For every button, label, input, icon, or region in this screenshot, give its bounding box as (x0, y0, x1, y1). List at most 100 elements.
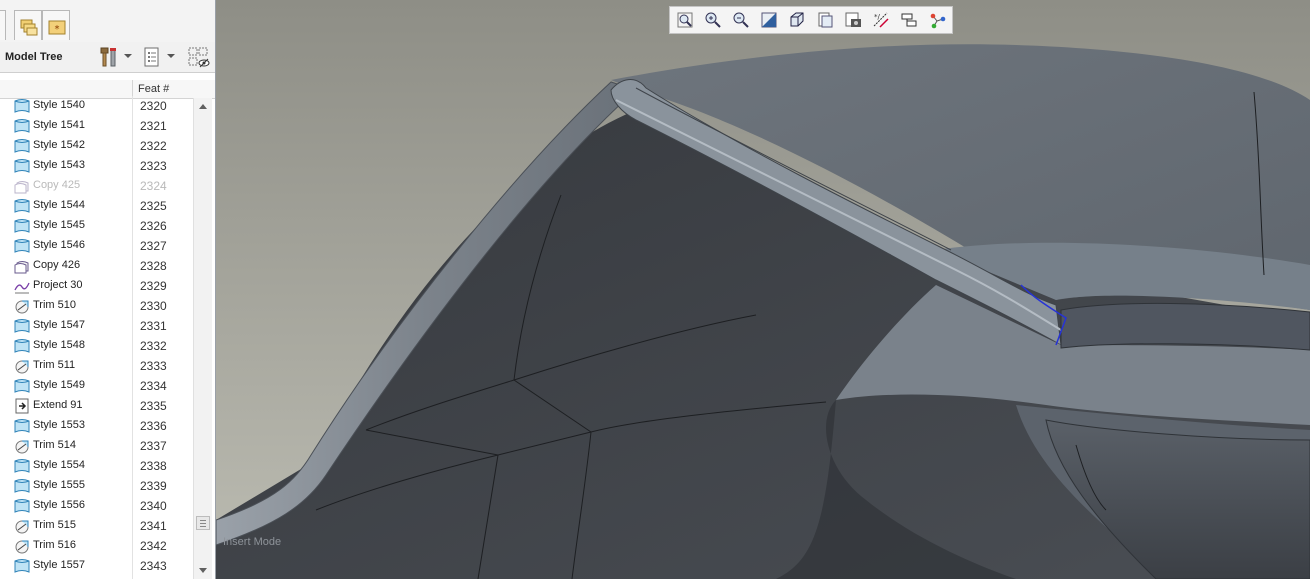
extend-icon (14, 398, 30, 414)
tree-row-name: Style 1540 (33, 99, 85, 111)
tab-folder-browser[interactable] (14, 10, 42, 40)
tree-row[interactable]: Style 1555 2339 (0, 476, 192, 496)
style-surface-icon (14, 418, 30, 434)
tree-row-name: Style 1544 (33, 199, 85, 211)
model-hole-wall (1060, 302, 1310, 351)
view-manager-button[interactable] (842, 10, 864, 30)
filter-icon[interactable] (187, 46, 211, 70)
cad-model-render[interactable]: Insert Mode (216, 0, 1310, 579)
repaint-button[interactable] (758, 10, 780, 30)
tree-row[interactable]: Style 1543 2323 (0, 156, 192, 176)
saved-views-button[interactable] (814, 10, 836, 30)
view-toolbar: */ (669, 6, 953, 34)
tree-row-name: Style 1545 (33, 219, 85, 231)
refit-icon (677, 12, 693, 28)
display-style-button[interactable] (786, 10, 808, 30)
tree-row-name: Copy 426 (33, 259, 81, 271)
spin-center-button[interactable] (926, 10, 948, 30)
tree-row-name: Style 1555 (33, 479, 85, 491)
tree-row-feat-number: 2323 (140, 159, 167, 173)
tree-row-feat-number: 2340 (140, 499, 167, 513)
tree-row[interactable]: Style 1557 2343 (0, 556, 192, 576)
tree-row[interactable]: Style 1544 2325 (0, 196, 192, 216)
tree-row-name: Style 1543 (33, 159, 85, 171)
feat-number-column-header[interactable]: Feat # (138, 83, 169, 95)
tree-row-name: Style 1554 (33, 459, 85, 471)
scroll-up-icon (199, 104, 207, 109)
zoom-out-button[interactable] (730, 10, 752, 30)
tree-row-name: Style 1557 (33, 559, 85, 571)
zoom-out-icon (733, 12, 749, 28)
tree-row-name: Style 1549 (33, 379, 85, 391)
tree-row[interactable]: Style 1540 2320 (0, 96, 192, 116)
annotation-display-button[interactable] (898, 10, 920, 30)
style-surface-icon (14, 338, 30, 354)
tree-row-feat-number: 2327 (140, 239, 167, 253)
tree-row[interactable]: Trim 510 2330 (0, 296, 192, 316)
tree-row[interactable]: Style 1549 2334 (0, 376, 192, 396)
tree-row-name: Trim 510 (33, 299, 76, 311)
tree-row-feat-number: 2342 (140, 539, 167, 553)
tree-row[interactable]: Trim 516 2342 (0, 536, 192, 556)
tab-favorites[interactable]: * (42, 10, 70, 40)
tree-row-name: Style 1542 (33, 139, 85, 151)
tree-row[interactable]: Trim 511 2333 (0, 356, 192, 376)
view-manager-icon (845, 12, 861, 27)
tree-row[interactable]: Style 1556 2340 (0, 496, 192, 516)
tab-layers[interactable] (0, 10, 6, 40)
tree-row[interactable]: Style 1548 2332 (0, 336, 192, 356)
display-style-icon (790, 12, 804, 27)
tree-row[interactable]: Copy 425 2324 (0, 176, 192, 196)
tree-row-feat-number: 2343 (140, 559, 167, 573)
tree-scrollbar[interactable] (193, 98, 212, 579)
tree-row[interactable]: Style 1547 2331 (0, 316, 192, 336)
tree-row[interactable]: Extend 91 2335 (0, 396, 192, 416)
tree-row[interactable]: Trim 514 2337 (0, 436, 192, 456)
show-icon[interactable] (142, 46, 162, 68)
tree-row-name: Extend 91 (33, 399, 83, 411)
settings-dropdown-arrow[interactable] (124, 54, 132, 58)
status-mode-text: Insert Mode (223, 536, 281, 548)
tree-row-feat-number: 2334 (140, 379, 167, 393)
scrollbar-thumb[interactable] (196, 516, 210, 530)
tree-row[interactable]: Trim 515 2341 (0, 516, 192, 536)
trim-icon (14, 438, 30, 454)
tree-row[interactable]: Style 1542 2322 (0, 136, 192, 156)
tree-row-feat-number: 2328 (140, 259, 167, 273)
style-surface-icon (14, 458, 30, 474)
tree-row-name: Trim 516 (33, 539, 76, 551)
model-tree-panel: * Model Tree Feat # Style 1540 2320 Styl… (0, 0, 216, 579)
tree-row-feat-number: 2338 (140, 459, 167, 473)
repaint-icon (761, 12, 777, 28)
style-surface-icon (14, 98, 30, 114)
zoom-in-button[interactable] (702, 10, 724, 30)
trim-icon (14, 538, 30, 554)
tree-row-feat-number: 2332 (140, 339, 167, 353)
spin-center-icon (930, 13, 946, 29)
svg-text:*: * (55, 24, 60, 35)
scroll-up-button[interactable] (195, 100, 211, 114)
style-surface-icon (14, 318, 30, 334)
graphics-window[interactable]: Insert Mode */ (216, 0, 1310, 579)
tree-row-feat-number: 2336 (140, 419, 167, 433)
trim-icon (14, 358, 30, 374)
show-dropdown-arrow[interactable] (167, 54, 175, 58)
tree-row-feat-number: 2333 (140, 359, 167, 373)
tree-row[interactable]: Copy 426 2328 (0, 256, 192, 276)
tree-row[interactable]: Style 1545 2326 (0, 216, 192, 236)
tree-row[interactable]: Style 1554 2338 (0, 456, 192, 476)
settings-icon[interactable] (98, 46, 120, 68)
tree-row-feat-number: 2337 (140, 439, 167, 453)
datum-display-button[interactable]: */ (870, 10, 892, 30)
style-surface-icon (14, 378, 30, 394)
tree-row[interactable]: Style 1541 2321 (0, 116, 192, 136)
scroll-down-button[interactable] (195, 563, 211, 577)
copy-icon (14, 258, 30, 274)
tree-row-feat-number: 2324 (140, 179, 167, 193)
tree-row[interactable]: Style 1553 2336 (0, 416, 192, 436)
tree-row[interactable]: Style 1546 2327 (0, 236, 192, 256)
tree-row[interactable]: Project 30 2329 (0, 276, 192, 296)
trim-icon (14, 518, 30, 534)
refit-button[interactable] (674, 10, 696, 30)
trim-icon (14, 298, 30, 314)
